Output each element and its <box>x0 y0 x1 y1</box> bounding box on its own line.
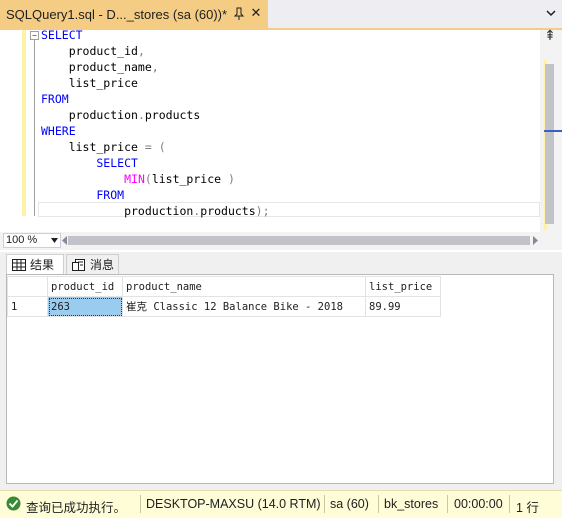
sql-code[interactable]: SELECT product_id, product_name, list_pr… <box>41 27 270 219</box>
code-token: product_id <box>41 44 138 58</box>
status-database: bk_stores <box>384 497 439 511</box>
cell-product-id[interactable]: 263 <box>47 296 123 317</box>
scroll-right-icon[interactable] <box>533 236 538 245</box>
code-token: list_price <box>41 140 145 154</box>
scroll-caret-marker <box>544 130 562 132</box>
code-token: , <box>137 44 145 58</box>
code-token: FROM <box>41 188 125 202</box>
code-token: ); <box>255 204 270 218</box>
results-pane: 结果 消息 product_id product_name list_price <box>0 252 562 490</box>
code-line[interactable]: SELECT <box>41 27 270 43</box>
status-divider <box>378 495 379 513</box>
status-divider <box>140 495 141 513</box>
code-token: FROM <box>41 92 69 106</box>
code-token: ( <box>144 172 152 186</box>
code-line[interactable]: MIN(list_price ) <box>41 171 270 187</box>
code-token: list_price <box>41 76 138 90</box>
success-check-icon <box>6 496 21 511</box>
code-line[interactable]: product_name, <box>41 59 270 75</box>
cell-list-price[interactable]: 89.99 <box>365 296 441 317</box>
row-header-corner[interactable] <box>7 276 48 297</box>
cell-product-name[interactable]: 崔克 Classic 12 Balance Bike - 2018 <box>122 296 366 317</box>
sql-editor[interactable]: − SELECT product_id, product_name, list_… <box>0 27 562 232</box>
horizontal-scroll-thumb[interactable] <box>68 236 530 245</box>
code-token: production <box>41 204 194 218</box>
code-token: products <box>200 204 256 218</box>
code-token: SELECT <box>41 28 83 42</box>
outline-line <box>34 40 35 216</box>
query-tab[interactable]: SQLQuery1.sql - D..._stores (sa (60))* ✕ <box>0 0 268 28</box>
status-divider <box>509 495 510 513</box>
code-token: SELECT <box>41 156 138 170</box>
code-line[interactable]: production.products); <box>41 203 270 219</box>
zoom-select[interactable]: 100 % <box>3 233 61 248</box>
pin-icon[interactable] <box>233 7 245 21</box>
tab-results[interactable]: 结果 <box>6 254 64 274</box>
code-line[interactable]: list_price <box>41 75 270 91</box>
row-number[interactable]: 1 <box>7 296 48 317</box>
status-divider <box>447 495 448 513</box>
status-message: 查询已成功执行。 <box>26 501 127 515</box>
tab-results-label: 结果 <box>30 258 55 272</box>
code-token: WHERE <box>41 124 76 138</box>
code-token: = ( <box>144 140 166 154</box>
status-elapsed: 00:00:00 <box>454 497 503 511</box>
change-tracking-margin <box>22 30 26 216</box>
table-row: 1 263 崔克 Classic 12 Balance Bike - 2018 … <box>7 296 441 317</box>
chevron-down-icon[interactable] <box>51 238 58 243</box>
editor-footer: 100 % <box>0 232 562 250</box>
grid-icon <box>12 258 26 271</box>
status-bar: 查询已成功执行。 DESKTOP-MAXSU (14.0 RTM) sa (60… <box>0 490 562 518</box>
vertical-scroll-thumb[interactable] <box>545 64 554 224</box>
tab-messages-label: 消息 <box>90 258 115 272</box>
close-icon[interactable]: ✕ <box>249 6 263 20</box>
code-token: . <box>137 108 145 122</box>
code-line[interactable]: FROM <box>41 187 270 203</box>
status-server: DESKTOP-MAXSU (14.0 RTM) <box>146 497 321 511</box>
collapse-outline-icon[interactable]: − <box>30 31 39 40</box>
messages-icon <box>72 258 85 271</box>
code-token: products <box>144 108 201 122</box>
code-token: MIN <box>124 172 145 186</box>
column-header[interactable]: list_price <box>365 276 441 297</box>
query-tab-title: SQLQuery1.sql - D..._stores (sa (60))* <box>6 6 228 22</box>
tab-list-dropdown-icon[interactable] <box>546 9 556 17</box>
code-line[interactable]: product_id, <box>41 43 270 59</box>
status-rows: 1 行 <box>516 501 539 515</box>
zoom-value: 100 % <box>6 234 38 246</box>
code-line[interactable]: FROM <box>41 91 270 107</box>
status-user: sa (60) <box>330 497 369 511</box>
code-line[interactable]: SELECT <box>41 155 270 171</box>
header-row: product_id product_name list_price <box>7 276 441 297</box>
column-header[interactable]: product_name <box>122 276 366 297</box>
code-line[interactable]: WHERE <box>41 123 270 139</box>
code-line[interactable]: list_price = ( <box>41 139 270 155</box>
tab-messages[interactable]: 消息 <box>66 254 119 274</box>
results-grid[interactable]: product_id product_name list_price 1 263… <box>6 274 554 484</box>
split-window-icon[interactable]: ⇞ <box>541 28 559 44</box>
code-line[interactable]: production.products <box>41 107 270 123</box>
status-divider <box>324 495 325 513</box>
code-token: list_price <box>151 172 228 186</box>
code-token: production <box>41 108 138 122</box>
results-table: product_id product_name list_price 1 263… <box>7 276 441 317</box>
code-token: product_name <box>41 60 152 74</box>
scroll-left-icon[interactable] <box>62 236 67 245</box>
column-header[interactable]: product_id <box>47 276 123 297</box>
code-token: ) <box>227 172 235 186</box>
code-token: , <box>151 60 159 74</box>
document-tab-strip: SQLQuery1.sql - D..._stores (sa (60))* ✕ <box>0 0 562 30</box>
